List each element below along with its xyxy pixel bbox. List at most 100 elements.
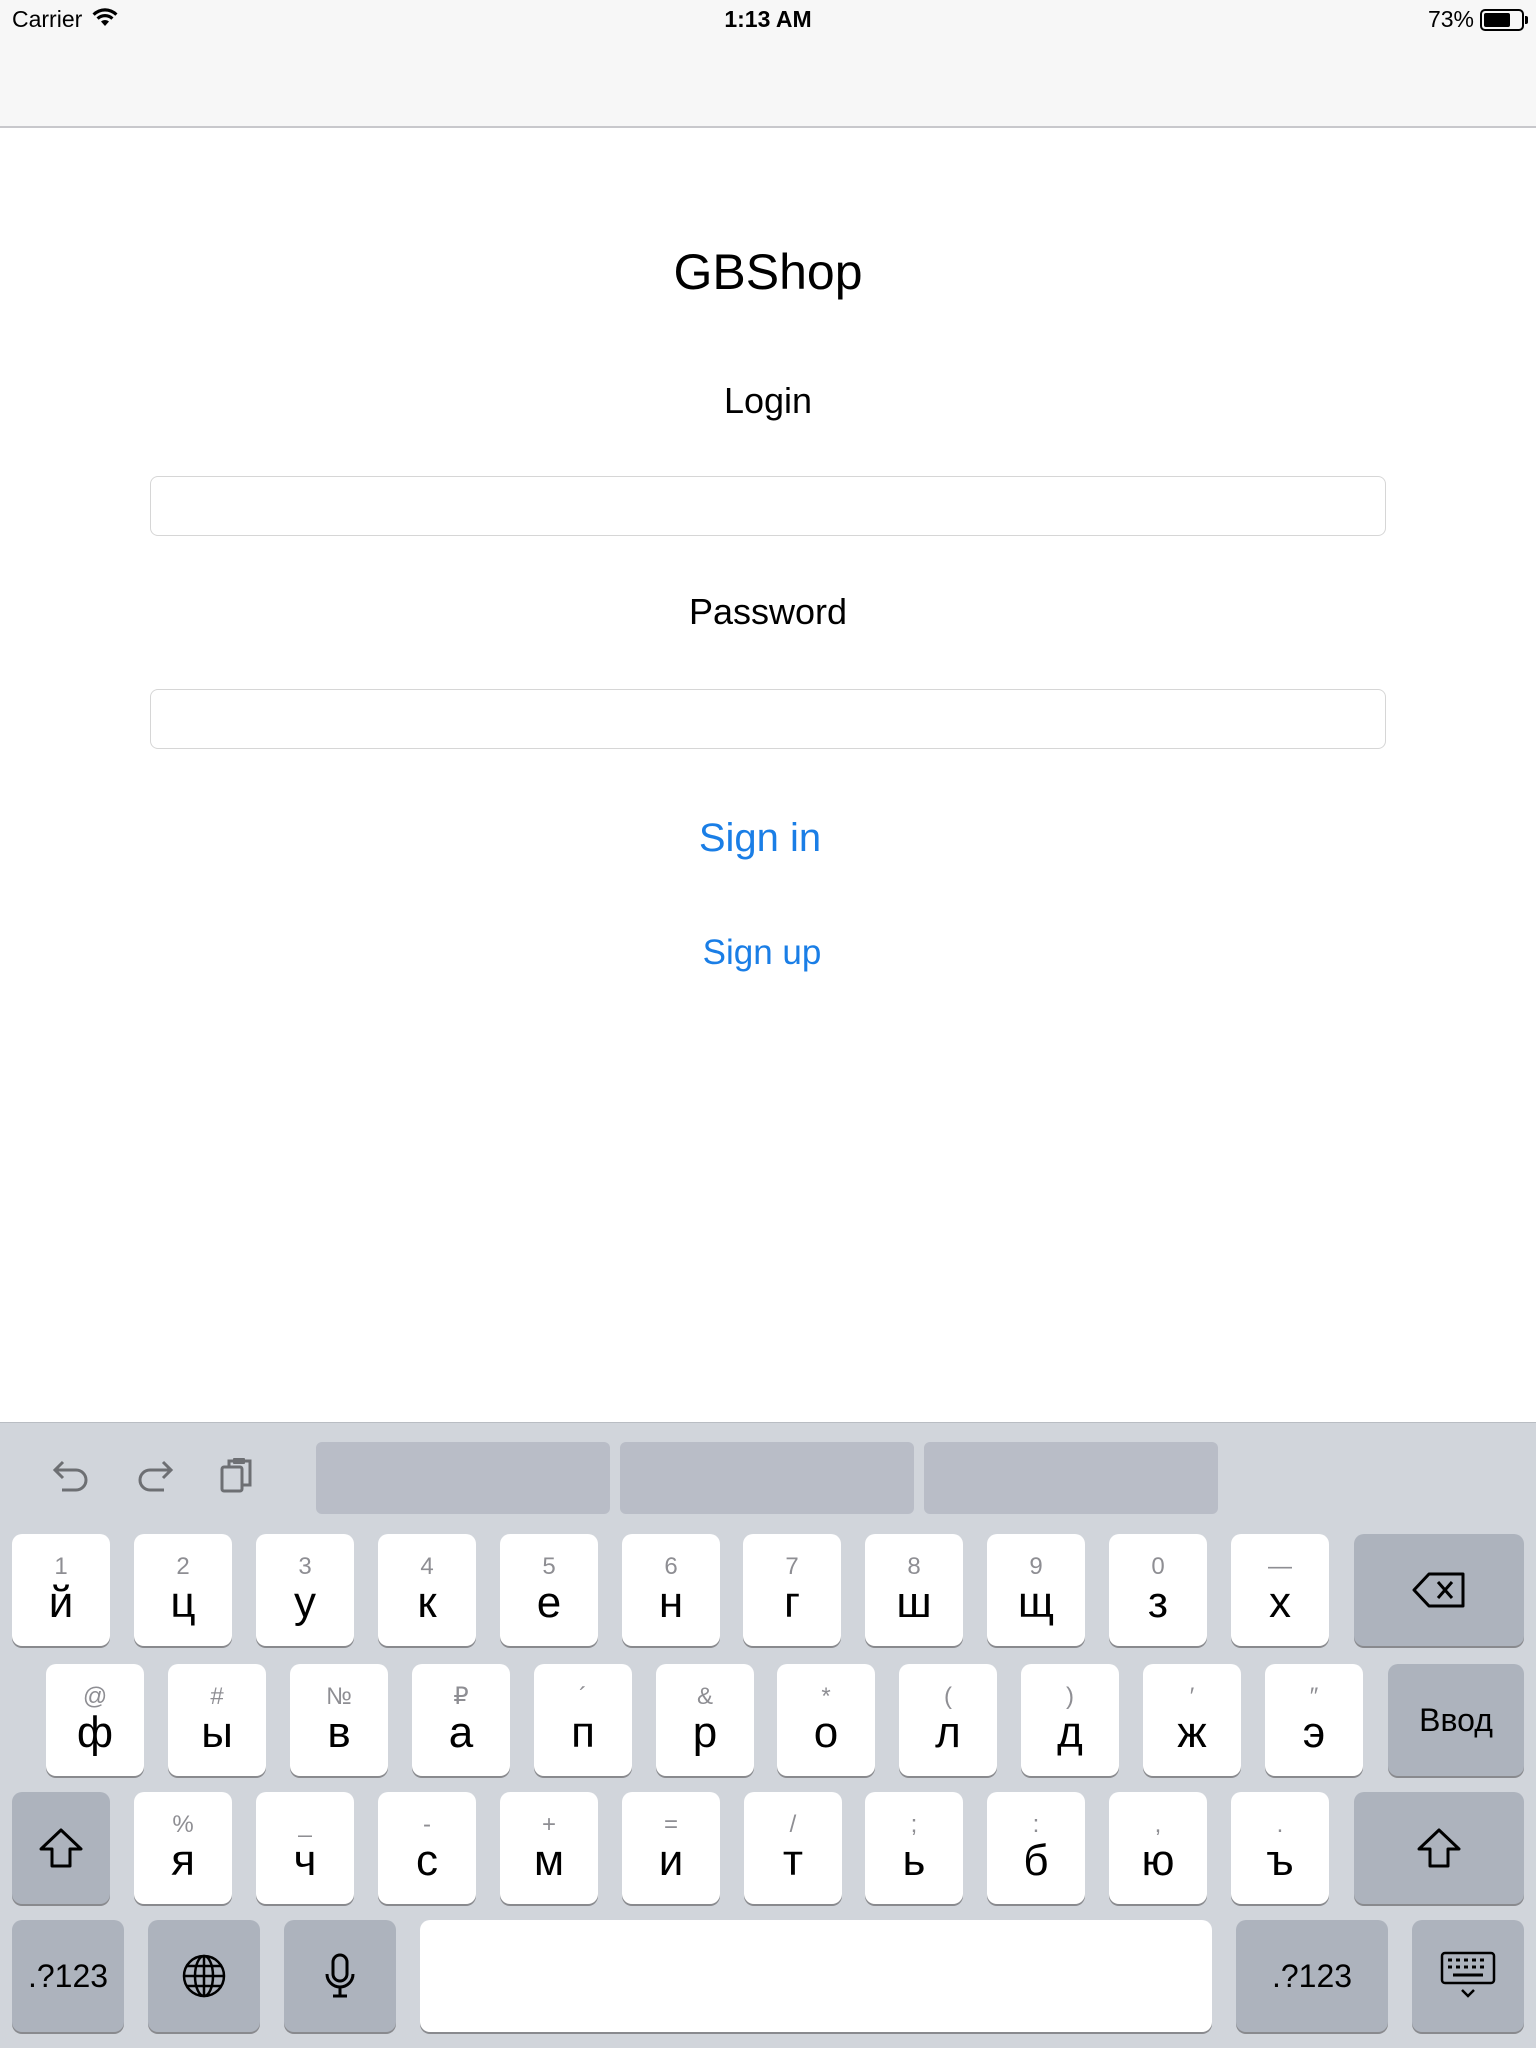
status-time: 1:13 AM (724, 6, 812, 32)
redo-icon[interactable] (134, 1454, 178, 1498)
key-main-label: ю (1141, 1836, 1175, 1885)
letter-key[interactable]: 6н (622, 1534, 720, 1646)
app-title: GBShop (673, 244, 863, 300)
login-input[interactable] (151, 477, 1385, 535)
dismiss-keyboard-key[interactable] (1412, 1920, 1524, 2032)
backspace-key[interactable] (1354, 1534, 1524, 1646)
letter-key[interactable]: _ ч (256, 1792, 354, 1904)
key-main-label: т (782, 1836, 804, 1885)
password-field[interactable] (150, 689, 1386, 749)
letter-key[interactable]: -с (378, 1792, 476, 1904)
letter-key[interactable]: 7г (743, 1534, 841, 1646)
key-main-label: л (935, 1708, 961, 1757)
suggestion-slot-1[interactable] (316, 1442, 610, 1514)
microphone-icon (323, 1952, 357, 2000)
globe-icon (181, 1953, 227, 1999)
letter-key[interactable]: + м (500, 1792, 598, 1904)
letter-key[interactable]: * о (777, 1664, 875, 1776)
key-main-label: е (536, 1578, 562, 1627)
navigation-bar: Carrier 1:13 AM 73% (0, 0, 1536, 128)
battery-percent: 73% (1427, 6, 1474, 32)
key-main-label: н (658, 1578, 684, 1627)
globe-key[interactable] (148, 1920, 260, 2032)
letter-key[interactable]: ′ ж (1143, 1664, 1241, 1776)
letter-key[interactable]: 8ш (865, 1534, 963, 1646)
key-main-label: с (416, 1836, 438, 1885)
letter-key[interactable]: 2ц (134, 1534, 232, 1646)
letter-key[interactable]: & р (656, 1664, 754, 1776)
key-main-label: ш (896, 1578, 932, 1627)
letter-key[interactable]: # ы (168, 1664, 266, 1776)
letter-key[interactable]: 1й (12, 1534, 110, 1646)
key-main-label: ъ (1266, 1836, 1294, 1885)
key-main-label: д (1057, 1708, 1083, 1757)
letter-key[interactable]: .ъ (1231, 1792, 1329, 1904)
key-main-label: р (692, 1708, 718, 1757)
key-main-label: б (1023, 1836, 1049, 1885)
key-main-label: ц (170, 1578, 196, 1627)
numbers-key-label: .?123 (27, 1957, 109, 1994)
enter-key[interactable]: Ввод (1388, 1664, 1524, 1776)
letter-key[interactable]: (л (899, 1664, 997, 1776)
shift-icon (38, 1827, 84, 1869)
letter-key[interactable]: 9щ (987, 1534, 1085, 1646)
sign-up-button[interactable]: Sign up (0, 933, 1530, 973)
letter-key[interactable]: 0з (1109, 1534, 1207, 1646)
letter-key[interactable]: ₽ а (412, 1664, 510, 1776)
login-label: Login (723, 380, 813, 421)
keyboard-dismiss-icon (1439, 1950, 1497, 2002)
login-field[interactable] (150, 476, 1386, 536)
letter-key[interactable]: / т (744, 1792, 842, 1904)
key-main-label: х (1269, 1578, 1291, 1627)
key-main-label: э (1302, 1708, 1326, 1757)
password-label: Password (688, 591, 848, 632)
letter-key[interactable]: № в (290, 1664, 388, 1776)
key-main-label: ч (293, 1836, 317, 1885)
enter-key-label: Ввод (1419, 1701, 1493, 1738)
letter-key[interactable]: ″ э (1265, 1664, 1363, 1776)
suggestion-slot-2[interactable] (620, 1442, 914, 1514)
key-main-label: я (171, 1836, 195, 1885)
key-main-label: й (48, 1578, 74, 1627)
letter-key[interactable]: 3у (256, 1534, 354, 1646)
letter-key[interactable]: ) д (1021, 1664, 1119, 1776)
key-main-label: щ (1017, 1578, 1055, 1627)
status-battery-group: 73% (1427, 6, 1528, 33)
letter-key[interactable]: @ ф (46, 1664, 144, 1776)
key-main-label: з (1147, 1578, 1169, 1627)
shift-right-key[interactable] (1354, 1792, 1524, 1904)
dictation-key[interactable] (284, 1920, 396, 2032)
key-main-label: ф (76, 1708, 114, 1757)
key-main-label: ж (1177, 1708, 1207, 1757)
undo-icon[interactable] (48, 1454, 92, 1498)
suggestion-slot-3[interactable] (924, 1442, 1218, 1514)
key-main-label: а (448, 1708, 474, 1757)
shift-icon (1416, 1827, 1462, 1869)
key-main-label: и (658, 1836, 684, 1885)
key-main-label: у (294, 1578, 316, 1627)
sign-in-button[interactable]: Sign in (0, 816, 1528, 861)
letter-key[interactable]: ´ п (534, 1664, 632, 1776)
letter-key[interactable]: 5е (500, 1534, 598, 1646)
battery-icon (1480, 8, 1528, 31)
letter-key[interactable]: 4к (378, 1534, 476, 1646)
numbers-key-left[interactable]: .?123 (12, 1920, 124, 2032)
key-main-label: г (783, 1578, 801, 1627)
key-main-label: м (533, 1836, 565, 1885)
letter-key[interactable]: ; ь (865, 1792, 963, 1904)
letter-key[interactable]: — х (1231, 1534, 1329, 1646)
numbers-key-right[interactable]: .?123 (1236, 1920, 1388, 2032)
backspace-icon (1411, 1571, 1467, 1609)
letter-key[interactable]: :б (987, 1792, 1085, 1904)
space-key[interactable] (420, 1920, 1212, 2032)
key-main-label: в (327, 1708, 351, 1757)
paste-icon[interactable] (216, 1454, 260, 1498)
password-input[interactable] (151, 690, 1385, 748)
letter-key[interactable]: = и (622, 1792, 720, 1904)
key-main-label: к (417, 1578, 437, 1627)
numbers-key-label: .?123 (1271, 1957, 1353, 1994)
letter-key[interactable]: % я (134, 1792, 232, 1904)
letter-key[interactable]: ,ю (1109, 1792, 1207, 1904)
key-main-label: ь (902, 1836, 926, 1885)
shift-left-key[interactable] (12, 1792, 110, 1904)
